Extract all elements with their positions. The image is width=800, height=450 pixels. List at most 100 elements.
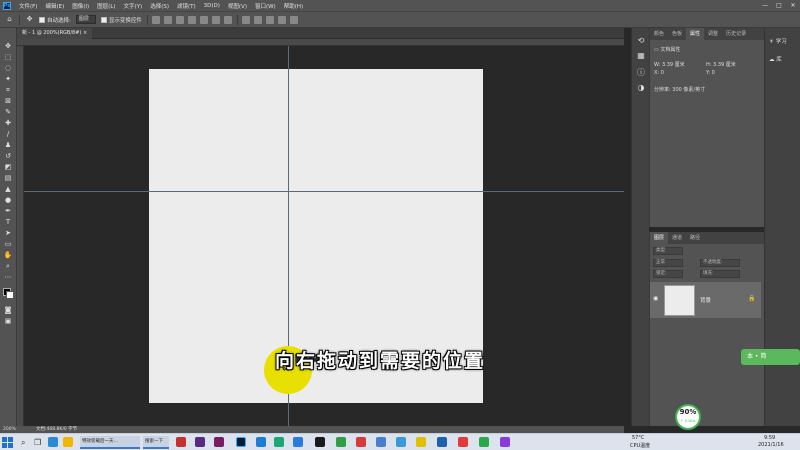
tab-channels[interactable]: 通道 [668,232,686,244]
menu-window[interactable]: 窗口(W) [251,2,280,10]
shape-tool-icon[interactable]: ▭ [3,240,13,249]
floating-widget[interactable]: 本 • 简 [741,349,800,365]
edit-toolbar-icon[interactable]: ⋯ [3,273,13,282]
premiere-app-icon[interactable] [195,437,205,447]
lock-controls[interactable]: 锁定: [653,270,683,278]
3d-scale-icon[interactable] [289,15,298,24]
align-right-icon[interactable] [211,15,220,24]
app-icon-purple[interactable] [214,437,224,447]
align-left-icon[interactable] [187,15,196,24]
align-bottom-icon[interactable] [175,15,184,24]
learn-button[interactable]: ☀ 学习 [769,37,787,45]
3d-mode-icon[interactable] [241,15,250,24]
x-field[interactable]: X: 0 [654,70,664,76]
adjustments-icon[interactable]: ◑ [636,83,646,93]
clock-time[interactable]: 9:59 [764,435,775,441]
background-color-swatch[interactable] [6,291,14,299]
marquee-tool-icon[interactable]: ⬚ [3,53,13,62]
tab-color[interactable]: 颜色 [650,28,668,40]
move-tool-icon[interactable]: ✥ [25,15,34,24]
layer-row-background[interactable]: ◉ 背景 🔒 [650,282,761,318]
align-middle-icon[interactable] [163,15,172,24]
menu-image[interactable]: 图像(I) [68,2,93,10]
menu-edit[interactable]: 编辑(E) [41,2,68,10]
history-icon[interactable]: ⟲ [636,36,646,46]
horizontal-guide[interactable] [24,191,624,192]
frame-tool-icon[interactable]: ⊠ [3,97,13,106]
menu-layer[interactable]: 图层(L) [93,2,119,10]
app-icon-red-3[interactable] [458,437,468,447]
show-transform-checkbox[interactable] [100,16,107,23]
visibility-eye-icon[interactable]: ◉ [653,295,658,302]
minimize-button[interactable]: — [758,0,772,11]
fill-field[interactable]: 填充: [700,270,740,278]
3d-slide-icon[interactable] [277,15,286,24]
height-value[interactable]: 3.39 厘米 [713,62,736,68]
app-icon-red-2[interactable] [356,437,366,447]
type-tool-icon[interactable]: T [3,218,13,227]
menu-help[interactable]: 帮助(H) [280,2,307,10]
lasso-tool-icon[interactable]: ◌ [3,64,13,73]
properties-icon[interactable]: ▦ [636,51,646,61]
home-icon[interactable]: ⌂ [5,15,14,24]
auto-select-checkbox[interactable] [39,16,45,23]
menu-file[interactable]: 文件(F) [15,2,41,10]
eyedropper-icon[interactable]: ✎ [3,108,13,117]
browser-app-icon[interactable] [48,437,58,447]
menu-select[interactable]: 选择(S) [146,2,173,10]
app-icon-green[interactable] [274,437,284,447]
document-tab[interactable]: 新 - 1 @ 200%(RGB/8#) × [17,28,93,39]
app-icon-green-2[interactable] [479,437,489,447]
pen-tool-icon[interactable]: ✒ [3,207,13,216]
taskbar-task-search[interactable]: 搜索一下 [143,436,169,449]
path-select-icon[interactable]: ➤ [3,229,13,238]
tab-layers[interactable]: 图层 [650,232,669,244]
info-icon[interactable]: ⓘ [636,68,646,78]
chrome-app-icon[interactable] [336,437,346,447]
layer-filter-select[interactable]: 类型 [653,247,683,255]
file-explorer-icon[interactable] [63,437,73,447]
search-icon[interactable]: ⌕ [21,438,25,448]
hand-tool-icon[interactable]: ✋ [3,251,13,260]
menu-view[interactable]: 视图(V) [224,2,251,10]
tab-swatches[interactable]: 色板 [668,28,686,40]
auto-select-dropdown[interactable]: 图层 [75,15,96,24]
app-icon-blue-3[interactable] [376,437,386,447]
photoshop-app-icon[interactable] [236,437,246,447]
taskbar-task-video[interactable]: 特效装载后一天... [80,436,140,449]
x-value[interactable]: 0 [661,70,664,76]
width-field[interactable]: W: 3.39 厘米 [654,61,685,68]
align-top-icon[interactable] [151,15,160,24]
app-icon-cyan[interactable] [396,437,406,447]
clock-date[interactable]: 2021/1/16 [758,442,784,448]
menu-filter[interactable]: 滤镜(T) [173,2,200,10]
3d-rotate-icon[interactable] [253,15,262,24]
app-icon-blue-2[interactable] [293,437,303,447]
gradient-icon[interactable]: ▤ [3,174,13,183]
library-button[interactable]: ☁ 库 [769,55,782,63]
width-value[interactable]: 3.39 厘米 [662,62,685,68]
app-icon-blue-4[interactable] [437,437,447,447]
3d-pan-icon[interactable] [265,15,274,24]
align-center-icon[interactable] [199,15,208,24]
screen-mode-icon[interactable]: ▣ [3,317,13,326]
close-button[interactable]: ✕ [786,0,800,11]
move-tool-icon[interactable]: ✥ [3,42,13,51]
crop-tool-icon[interactable]: ⌗ [3,86,13,95]
dodge-tool-icon[interactable]: ● [3,196,13,205]
zoom-tool-icon[interactable]: ⌕ [3,262,13,271]
vertical-ruler[interactable] [17,46,24,426]
task-view-icon[interactable]: ❐ [34,438,41,447]
tab-adjustments[interactable]: 调整 [704,28,722,40]
brush-tool-icon[interactable]: / [3,130,13,139]
app-icon-violet[interactable] [500,437,510,447]
y-field[interactable]: Y: 0 [706,70,715,76]
opacity-field[interactable]: 不透明度: [700,259,740,267]
magic-wand-icon[interactable]: ✦ [3,75,13,84]
quick-mask-icon[interactable]: ◙ [3,306,13,315]
app-icon-blue[interactable] [256,437,266,447]
tab-properties[interactable]: 属性 [686,28,705,40]
height-field[interactable]: H: 3.39 厘米 [706,61,736,68]
healing-brush-icon[interactable]: ✚ [3,119,13,128]
layer-name[interactable]: 背景 [700,296,711,304]
